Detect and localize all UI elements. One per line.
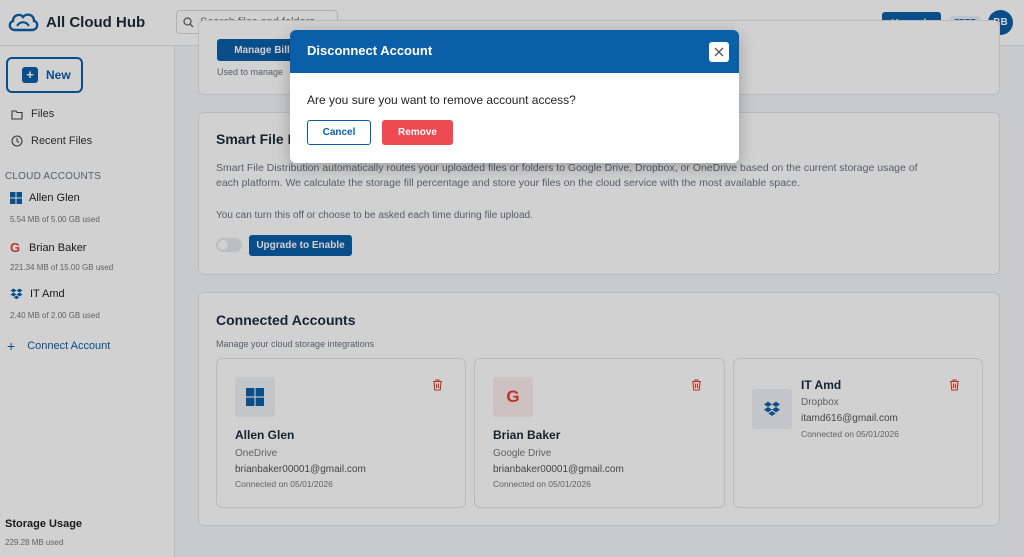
dialog-message: Are you sure you want to remove account … [307,93,576,107]
remove-button[interactable]: Remove [382,120,453,145]
close-icon [714,47,724,57]
dialog-title: Disconnect Account [307,43,433,58]
cancel-button[interactable]: Cancel [307,120,371,145]
dialog-header: Disconnect Account [290,30,739,73]
close-button[interactable] [709,42,729,62]
disconnect-account-dialog: Disconnect Account Are you sure you want… [290,30,739,163]
